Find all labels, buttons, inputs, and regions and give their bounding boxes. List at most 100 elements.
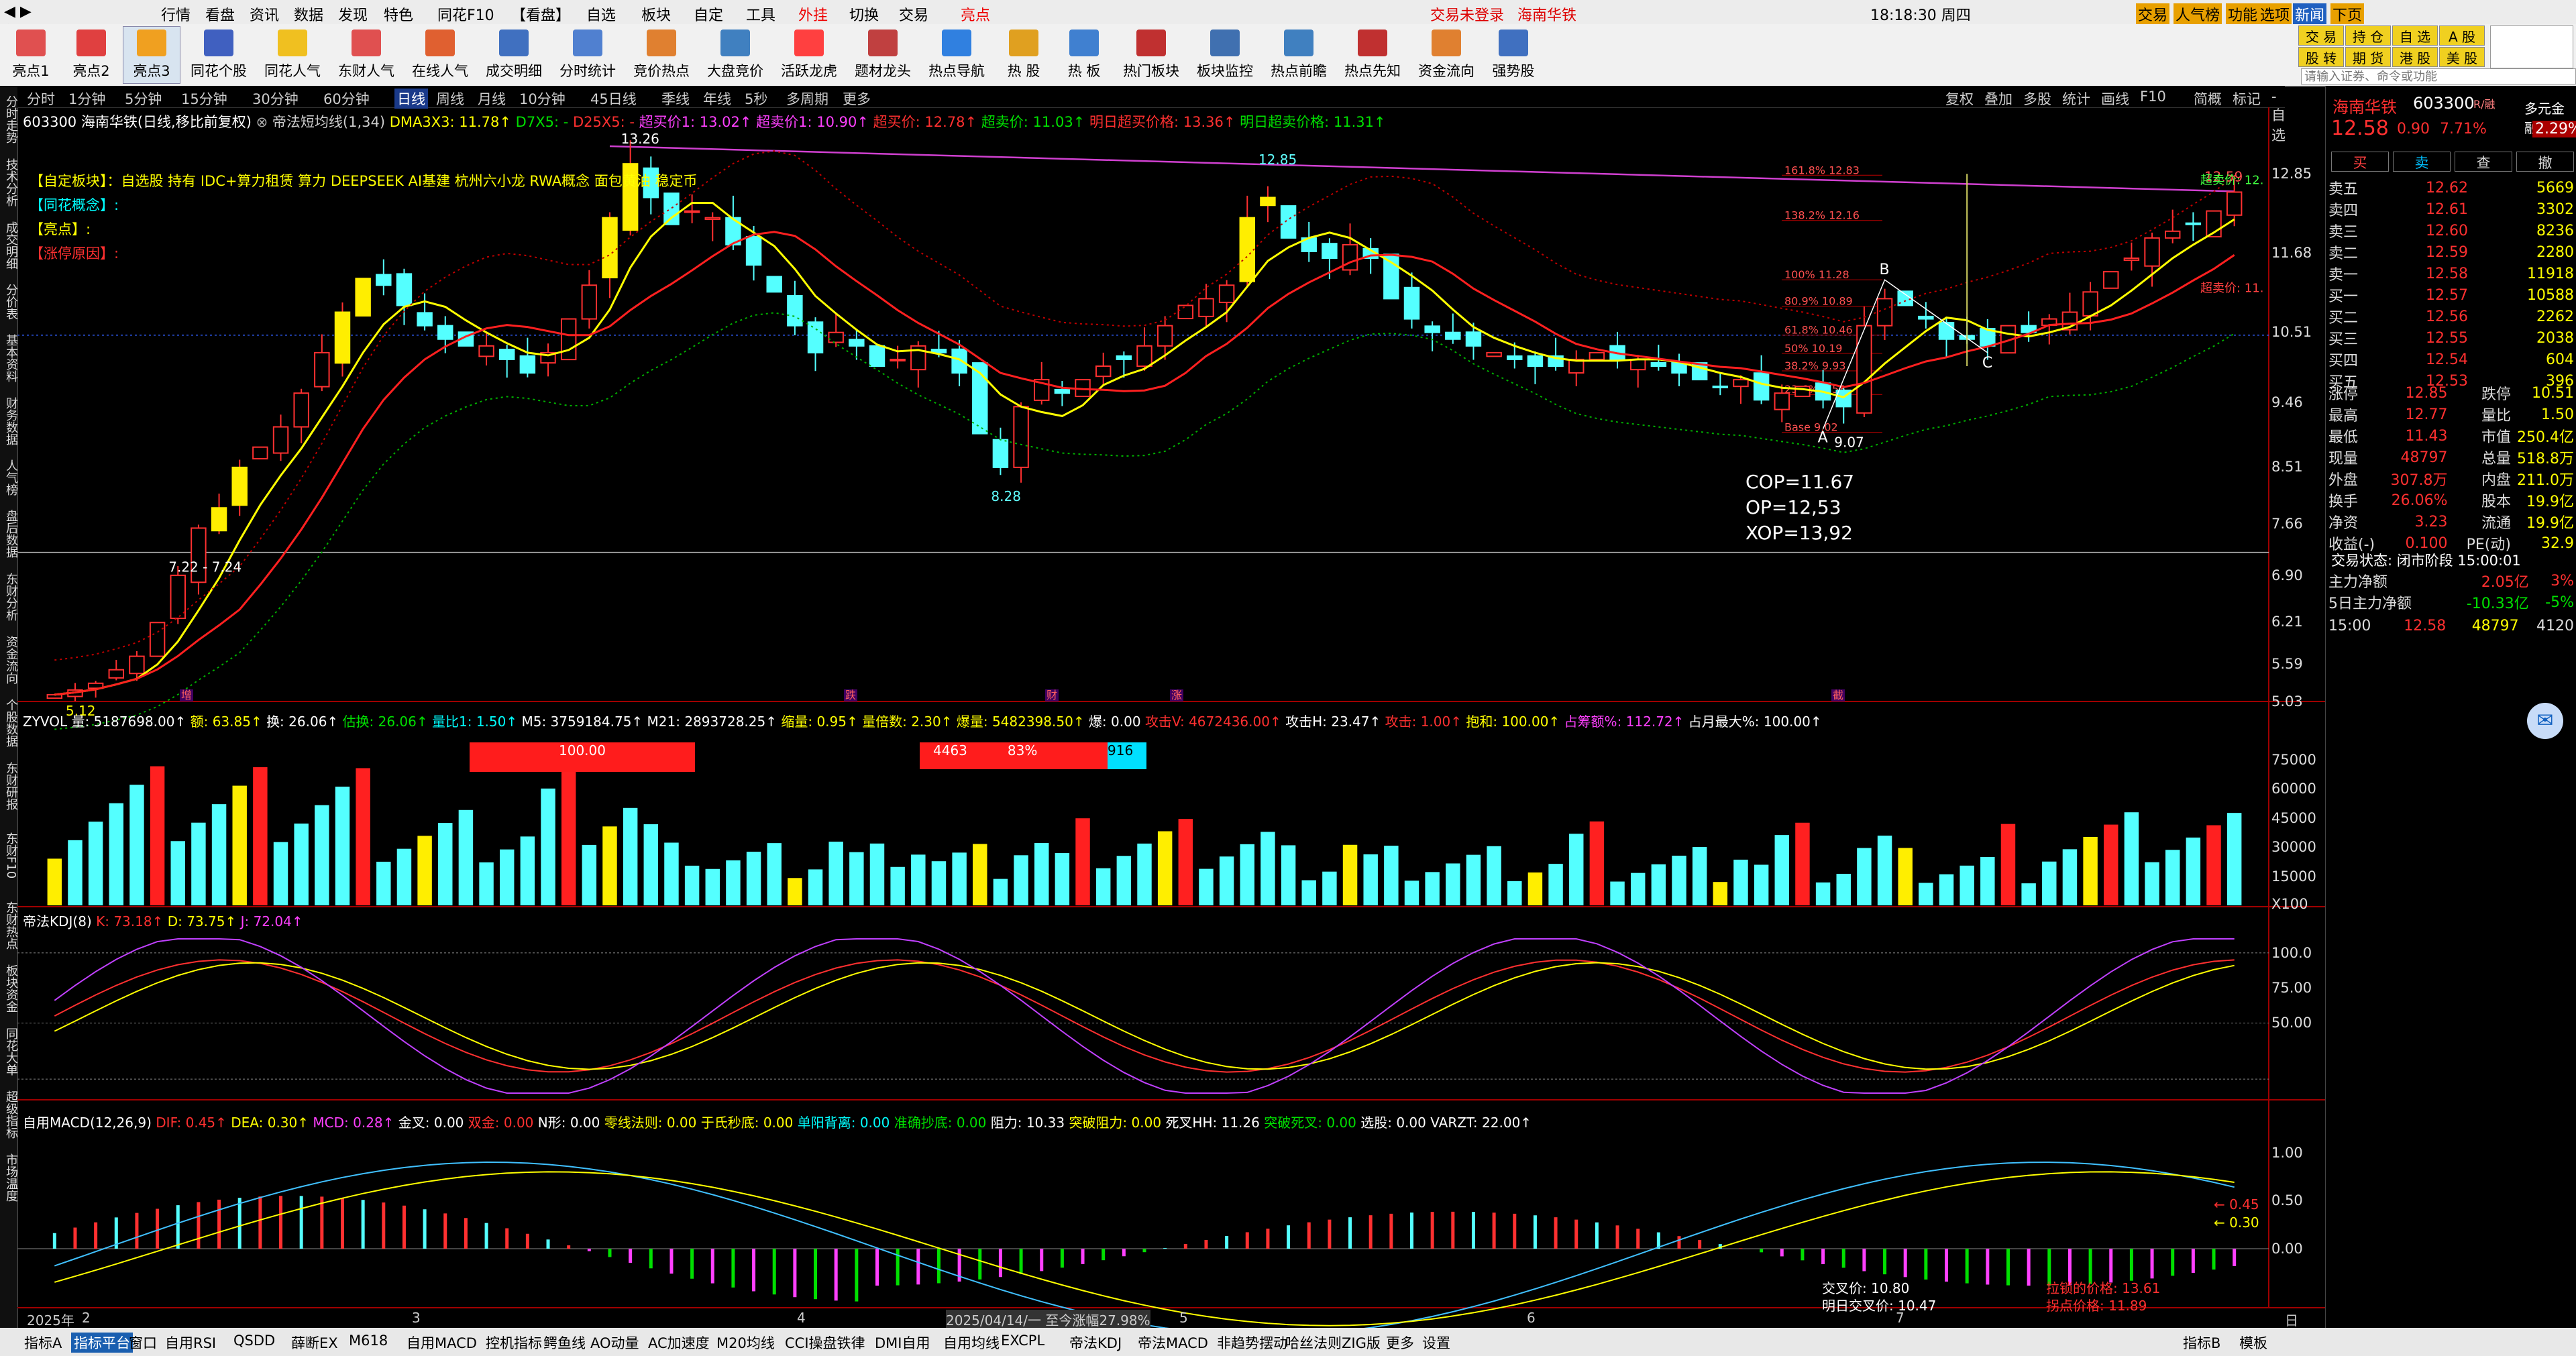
toolbar-button[interactable]: 分时统计 [553,27,623,83]
menu-item[interactable]: 行情 [161,3,191,25]
left-tab[interactable]: 人气榜 [0,453,18,502]
menu-right-item[interactable]: 人气榜 [2174,3,2222,25]
period-tab[interactable]: 月线 [478,89,506,109]
toolbar-button[interactable]: 亮点1 [3,27,59,83]
menu-right-item[interactable]: 新闻 [2293,3,2327,25]
left-tab[interactable]: 基本资料 [0,327,18,389]
period-tab[interactable]: 多周期 [786,89,828,109]
left-tab[interactable]: 超级指标 [0,1084,18,1145]
period-tab[interactable]: 更多 [843,89,871,109]
menu-item[interactable]: 【看盘】 [511,3,570,25]
indicator-tab[interactable]: 自用MACD [407,1333,477,1353]
chart-tool[interactable]: 简概 [2194,89,2222,109]
toolbar-button[interactable]: 竞价热点 [627,27,696,83]
menu-item[interactable]: 自选 [586,3,616,25]
indicator-tab[interactable]: DMI自用 [875,1333,930,1353]
search-input[interactable] [2301,68,2576,84]
indicator-name[interactable]: 帝法短均线(1,34) [272,114,385,130]
assistant-icon[interactable]: ✉ [2527,703,2563,739]
indicator-right-tab[interactable]: 指标B [2183,1333,2220,1353]
left-tab[interactable]: 东财F10 [0,818,18,893]
indicator-tab[interactable]: 自用均线 [943,1333,1000,1353]
chart-tool[interactable]: 叠加 [1984,89,2012,109]
period-tab[interactable]: 15分钟 [181,89,227,109]
toolbar-button[interactable]: 同花个股 [184,27,254,83]
indicator-tab[interactable]: 控机指标 [486,1333,542,1353]
menu-right-item[interactable]: 选项 [2258,3,2292,25]
indicator-tab[interactable]: 设置 [1422,1333,1450,1353]
indicator-tab[interactable]: 更多 [1386,1333,1414,1353]
macd-name[interactable]: 自用MACD(12,26,9) [23,1115,152,1131]
chart-tool[interactable]: 标记 [2233,89,2261,109]
toolbar-button[interactable]: 亮点2 [63,27,119,83]
period-tab[interactable]: 分时 [27,89,55,109]
toolbar-button[interactable]: 东财人气 [331,27,401,83]
indicator-tab[interactable]: 窗口 [129,1333,157,1353]
left-tab[interactable]: 财务数据 [0,390,18,452]
chart-tool[interactable]: 画线 [2101,89,2129,109]
kdj-name[interactable]: 帝法KDJ(8) [23,913,92,929]
toolbar-button[interactable]: 大盘竞价 [700,27,770,83]
indicator-tab[interactable]: 自用RSI [165,1333,216,1353]
indicator-tab[interactable]: AO动量 [590,1333,639,1353]
qp-btn[interactable]: 撤 [2516,152,2574,172]
period-tab[interactable]: 季线 [661,89,690,109]
period-tab[interactable]: 5秒 [745,89,767,109]
toolbar-button[interactable]: 题材龙头 [848,27,918,83]
toolbar-button[interactable]: 热门板块 [1116,27,1186,83]
left-tab[interactable]: 个股数据 [0,692,18,754]
chart-close-icon[interactable]: ⊗ [256,114,268,130]
menu-item[interactable]: 看盘 [205,3,235,25]
shortcut-panel[interactable] [2490,25,2573,68]
indicator-tab[interactable]: AC加速度 [648,1333,710,1353]
chart-tool[interactable]: F10 [2140,89,2166,105]
menu-right-item[interactable]: 交易 [2136,3,2170,25]
menu-item[interactable]: 特色 [384,3,413,25]
period-tab[interactable]: 日线 [394,89,428,109]
indicator-tab[interactable]: 帝法MACD [1138,1333,1208,1353]
left-tab[interactable]: 盘后数据 [0,503,18,565]
left-tab[interactable]: 市场温度 [0,1147,18,1208]
menu-item[interactable]: 亮点 [961,3,990,25]
indicator-tab[interactable]: M618 [349,1333,388,1349]
toolbar-button[interactable]: 热 股 [996,27,1052,83]
toolbar-button[interactable]: 热 板 [1056,27,1112,83]
indicator-tab[interactable]: 指标A [24,1333,62,1353]
period-tab[interactable]: 1分钟 [68,89,105,109]
toolbar-button[interactable]: 亮点3 [123,26,180,84]
left-tab[interactable]: 东财研报 [0,755,18,817]
chart-tool[interactable]: 复权 [1945,89,1974,109]
menu-right-item[interactable]: 下页 [2330,3,2365,25]
left-tab[interactable]: 板块资金 [0,958,18,1019]
indicator-tab[interactable]: CCI操盘铁律 [785,1333,865,1353]
toolbar-button[interactable]: 强势股 [1485,27,1542,83]
menu-item[interactable]: 同花F10 [437,3,494,25]
indicator-tab[interactable]: QSDD [233,1333,275,1349]
trade-status[interactable]: 交易未登录 [1430,3,1504,25]
menu-item[interactable]: 交易 [899,3,928,25]
indicator-tab[interactable]: 鳄鱼线 [543,1333,586,1353]
qp-btn[interactable]: 查 [2455,152,2512,172]
toolbar-button[interactable]: 板块监控 [1190,27,1260,83]
indicator-tab[interactable]: 非趋势摆动 [1217,1333,1287,1353]
indicator-tab[interactable]: 哈丝法则ZIG版 [1285,1333,1381,1353]
toolbar-button[interactable]: 成交明细 [479,27,549,83]
left-tab[interactable]: 分时走势 [0,89,18,150]
indicator-right-tab[interactable]: 模板 [2239,1333,2267,1353]
indicator-tab[interactable]: 帝法KDJ [1069,1333,1122,1353]
toolbar-button[interactable]: 资金流向 [1411,27,1481,83]
toolbar-button[interactable]: 同花人气 [258,27,327,83]
market-button[interactable]: 股 转 [2298,47,2344,67]
qp-btn[interactable]: 卖 [2393,152,2451,172]
period-tab[interactable]: 60分钟 [323,89,370,109]
indicator-tab[interactable]: 指标平台 [71,1333,133,1353]
market-button[interactable]: 美 股 [2439,47,2485,67]
vol-name[interactable]: ZYVOL [23,714,67,730]
toolbar-button[interactable]: 在线人气 [405,27,475,83]
menu-item[interactable]: 外挂 [798,3,828,25]
toolbar-button[interactable]: 热点导航 [922,27,991,83]
period-tab[interactable]: 30分钟 [252,89,299,109]
left-tab[interactable]: 同花大单 [0,1021,18,1082]
market-button[interactable]: A 股 [2439,25,2485,46]
left-tab[interactable]: 分价表 [0,278,18,326]
